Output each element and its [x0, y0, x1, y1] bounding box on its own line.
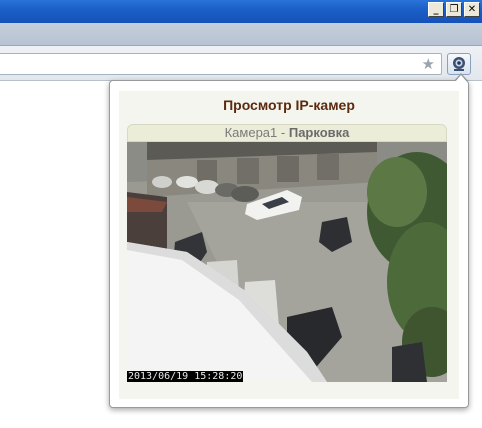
tab-strip	[0, 23, 482, 46]
camera-header: Камера1 - Парковка	[127, 124, 447, 142]
camera-snapshot[interactable]: 2013/06/19 15:28:20	[127, 142, 467, 382]
ip-camera-popup: Просмотр IP-камер Камера1 - Парковка 201…	[109, 80, 469, 408]
restore-button[interactable]: ❐	[446, 2, 462, 17]
star-icon[interactable]: ★	[422, 55, 435, 73]
browser-toolbar: ★	[0, 46, 482, 81]
camera-location: Парковка	[288, 125, 350, 140]
minimize-button[interactable]: _	[428, 2, 444, 17]
popup-panel: Просмотр IP-камер Камера1 - Парковка 201…	[119, 91, 467, 399]
popup-pointer-inner	[455, 75, 467, 82]
popup-title: Просмотр IP-камер	[223, 97, 355, 113]
camera-separator: -	[277, 125, 289, 140]
window-title-bar: _ ❐ ✕	[0, 0, 482, 23]
webcam-extension-button[interactable]	[447, 53, 471, 75]
close-button[interactable]: ✕	[464, 2, 480, 17]
window-controls: _ ❐ ✕	[428, 2, 480, 17]
camera-timestamp: 2013/06/19 15:28:20	[127, 371, 244, 382]
webcam-icon	[453, 57, 465, 71]
parking-lot-image	[127, 142, 467, 382]
address-bar[interactable]: ★	[0, 53, 442, 75]
camera-name: Камера1	[224, 125, 278, 140]
